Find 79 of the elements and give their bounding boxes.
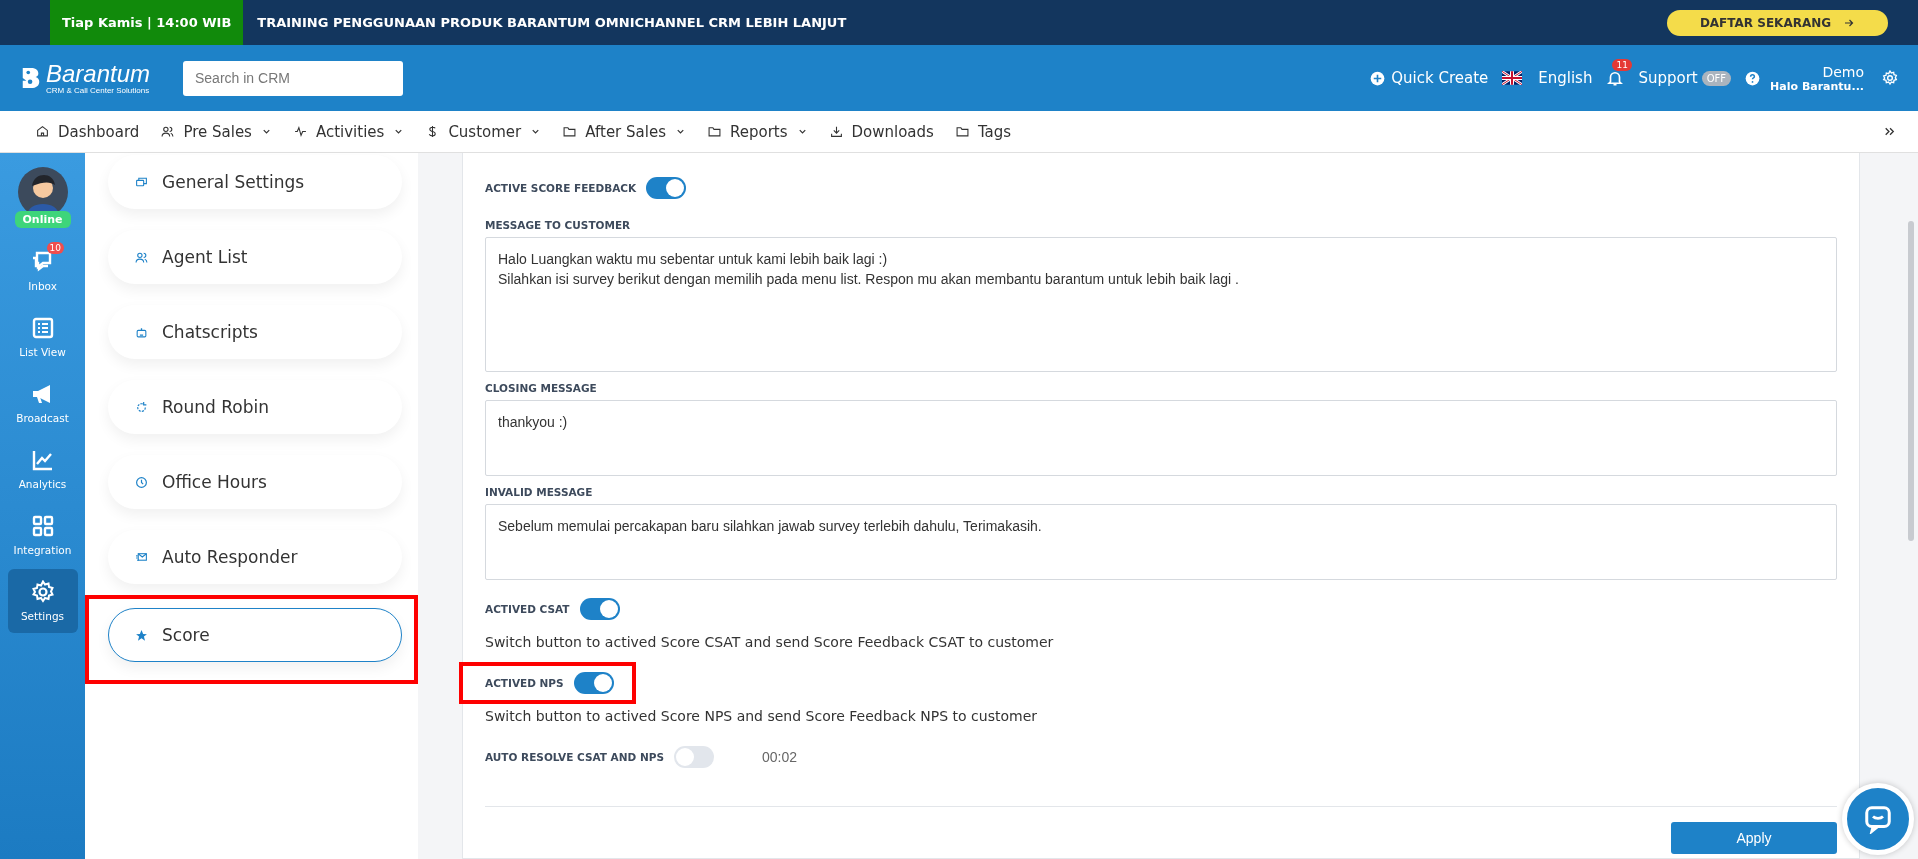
menu-item[interactable]: Tags xyxy=(955,122,1012,141)
field-label: ACTIVED NPS xyxy=(485,677,564,689)
field-label: ACTIVED CSAT xyxy=(485,603,570,615)
menu-item[interactable]: Pre Sales xyxy=(161,122,272,141)
support-link[interactable]: Support xyxy=(1638,69,1698,87)
search-field[interactable]: Search in CRM xyxy=(183,60,403,96)
toggle-switch[interactable] xyxy=(579,598,620,620)
quick-create-link[interactable]: Quick Create xyxy=(1370,69,1489,87)
list-icon xyxy=(30,316,55,340)
field-label: MESSAGE TO CUSTOMER xyxy=(485,219,632,231)
help-text: Switch button to actived Score NPS and send Score Feedback NPS to customer xyxy=(485,708,1039,724)
field-label: ACTIVE SCORE FEEDBACK xyxy=(485,182,637,194)
settings-icon xyxy=(30,580,55,604)
toggle-switch[interactable] xyxy=(646,177,687,199)
toggle-switch[interactable] xyxy=(573,672,614,694)
field-label: AUTO RESOLVE CSAT AND NPS xyxy=(485,751,664,763)
grid-icon xyxy=(30,514,55,538)
flag-icon xyxy=(1502,71,1523,85)
rail-item[interactable]: Settings xyxy=(7,569,78,633)
logo-tagline: CRM & Call Center Solutions xyxy=(46,85,151,95)
settings-menu-item[interactable]: Auto Responder xyxy=(108,530,402,584)
notification-count: 11 xyxy=(1612,59,1632,71)
logo-wordmark: Barantum xyxy=(46,61,151,86)
home-icon xyxy=(36,125,49,138)
field-label: INVALID MESSAGE xyxy=(485,486,594,498)
download-icon xyxy=(829,125,843,138)
star-icon xyxy=(135,628,148,642)
text-area[interactable]: Sebelum memulai percakapan baru silahkan jawab survey terlebih dahulu, Terimakasih. xyxy=(485,504,1837,580)
settings-menu-item[interactable]: Round Robin xyxy=(108,380,402,434)
user-name: Demo xyxy=(1822,63,1864,80)
rail-item[interactable]: 10 Inbox xyxy=(7,239,78,303)
settings-icon xyxy=(1882,70,1898,86)
folder-icon xyxy=(707,125,721,138)
plus-circle-icon xyxy=(1370,70,1386,86)
toggle-switch[interactable] xyxy=(673,746,714,768)
robot-icon xyxy=(135,325,148,339)
menu-item[interactable]: After Sales xyxy=(563,122,686,141)
settings-menu-item[interactable]: General Settings xyxy=(108,155,402,209)
duration-value: 00:02 xyxy=(761,749,797,765)
status-badge: Online xyxy=(14,211,71,228)
company-name: Halo Barantu... xyxy=(1770,79,1864,93)
text-area[interactable]: Halo Luangkan waktu mu sebentar untuk kami lebih baik lagi :) Silahkan isi survey berikut dengan memilih pada menu list. Respon mu akan membantu barantum untuk lebih baik lagi . xyxy=(485,237,1837,372)
menu-item[interactable]: Dashboard xyxy=(36,122,140,141)
scrollbar-thumb[interactable] xyxy=(1908,221,1914,541)
pulse-icon xyxy=(293,125,307,138)
windows-icon xyxy=(135,175,148,189)
people-icon xyxy=(161,125,175,138)
banner-title: TRAINING PENGGUNAAN PRODUK BARANTUM OMNICHANNEL CRM LEBIH LANJUT xyxy=(257,15,847,30)
help-text: Switch button to actived Score CSAT and send Score Feedback CSAT to customer xyxy=(485,634,1055,650)
settings-menu-item[interactable]: Agent List xyxy=(108,230,402,284)
rail-item[interactable]: Analytics xyxy=(7,437,78,501)
field-label: CLOSING MESSAGE xyxy=(485,382,598,394)
rail-item[interactable]: Integration xyxy=(7,503,78,567)
help-icon xyxy=(1745,70,1761,86)
mail-icon xyxy=(135,550,148,564)
logo-icon xyxy=(20,65,42,91)
menu-item[interactable]: Customer xyxy=(426,122,542,141)
schedule-tag: Tiap Kamis | 14:00 WIB xyxy=(50,0,244,45)
settings-menu-item[interactable]: Chatscripts xyxy=(108,305,402,359)
apply-button[interactable]: Apply xyxy=(1671,822,1837,854)
folder-icon xyxy=(563,125,577,138)
refresh-icon xyxy=(135,400,148,414)
menu-item[interactable]: Downloads xyxy=(829,122,934,141)
settings-menu-item[interactable]: Score xyxy=(108,608,402,662)
folder-icon xyxy=(955,125,969,138)
clock-icon xyxy=(135,475,148,489)
double-chevron-icon xyxy=(1883,125,1896,138)
register-button[interactable]: DAFTAR SEKARANG xyxy=(1667,9,1888,36)
menu-item[interactable]: Activities xyxy=(293,122,405,141)
language-selector[interactable]: English xyxy=(1502,69,1593,87)
chat-icon xyxy=(1863,804,1893,834)
people-icon xyxy=(135,250,148,264)
menu-item[interactable]: Reports xyxy=(707,122,808,141)
line-chart-icon xyxy=(30,448,55,472)
settings-menu-item[interactable]: Office Hours xyxy=(108,455,402,509)
unread-count: 10 xyxy=(46,242,64,254)
bell-icon xyxy=(1606,69,1625,87)
status-badge: OFF xyxy=(1701,70,1732,86)
text-area[interactable]: thankyou :) xyxy=(485,400,1837,476)
